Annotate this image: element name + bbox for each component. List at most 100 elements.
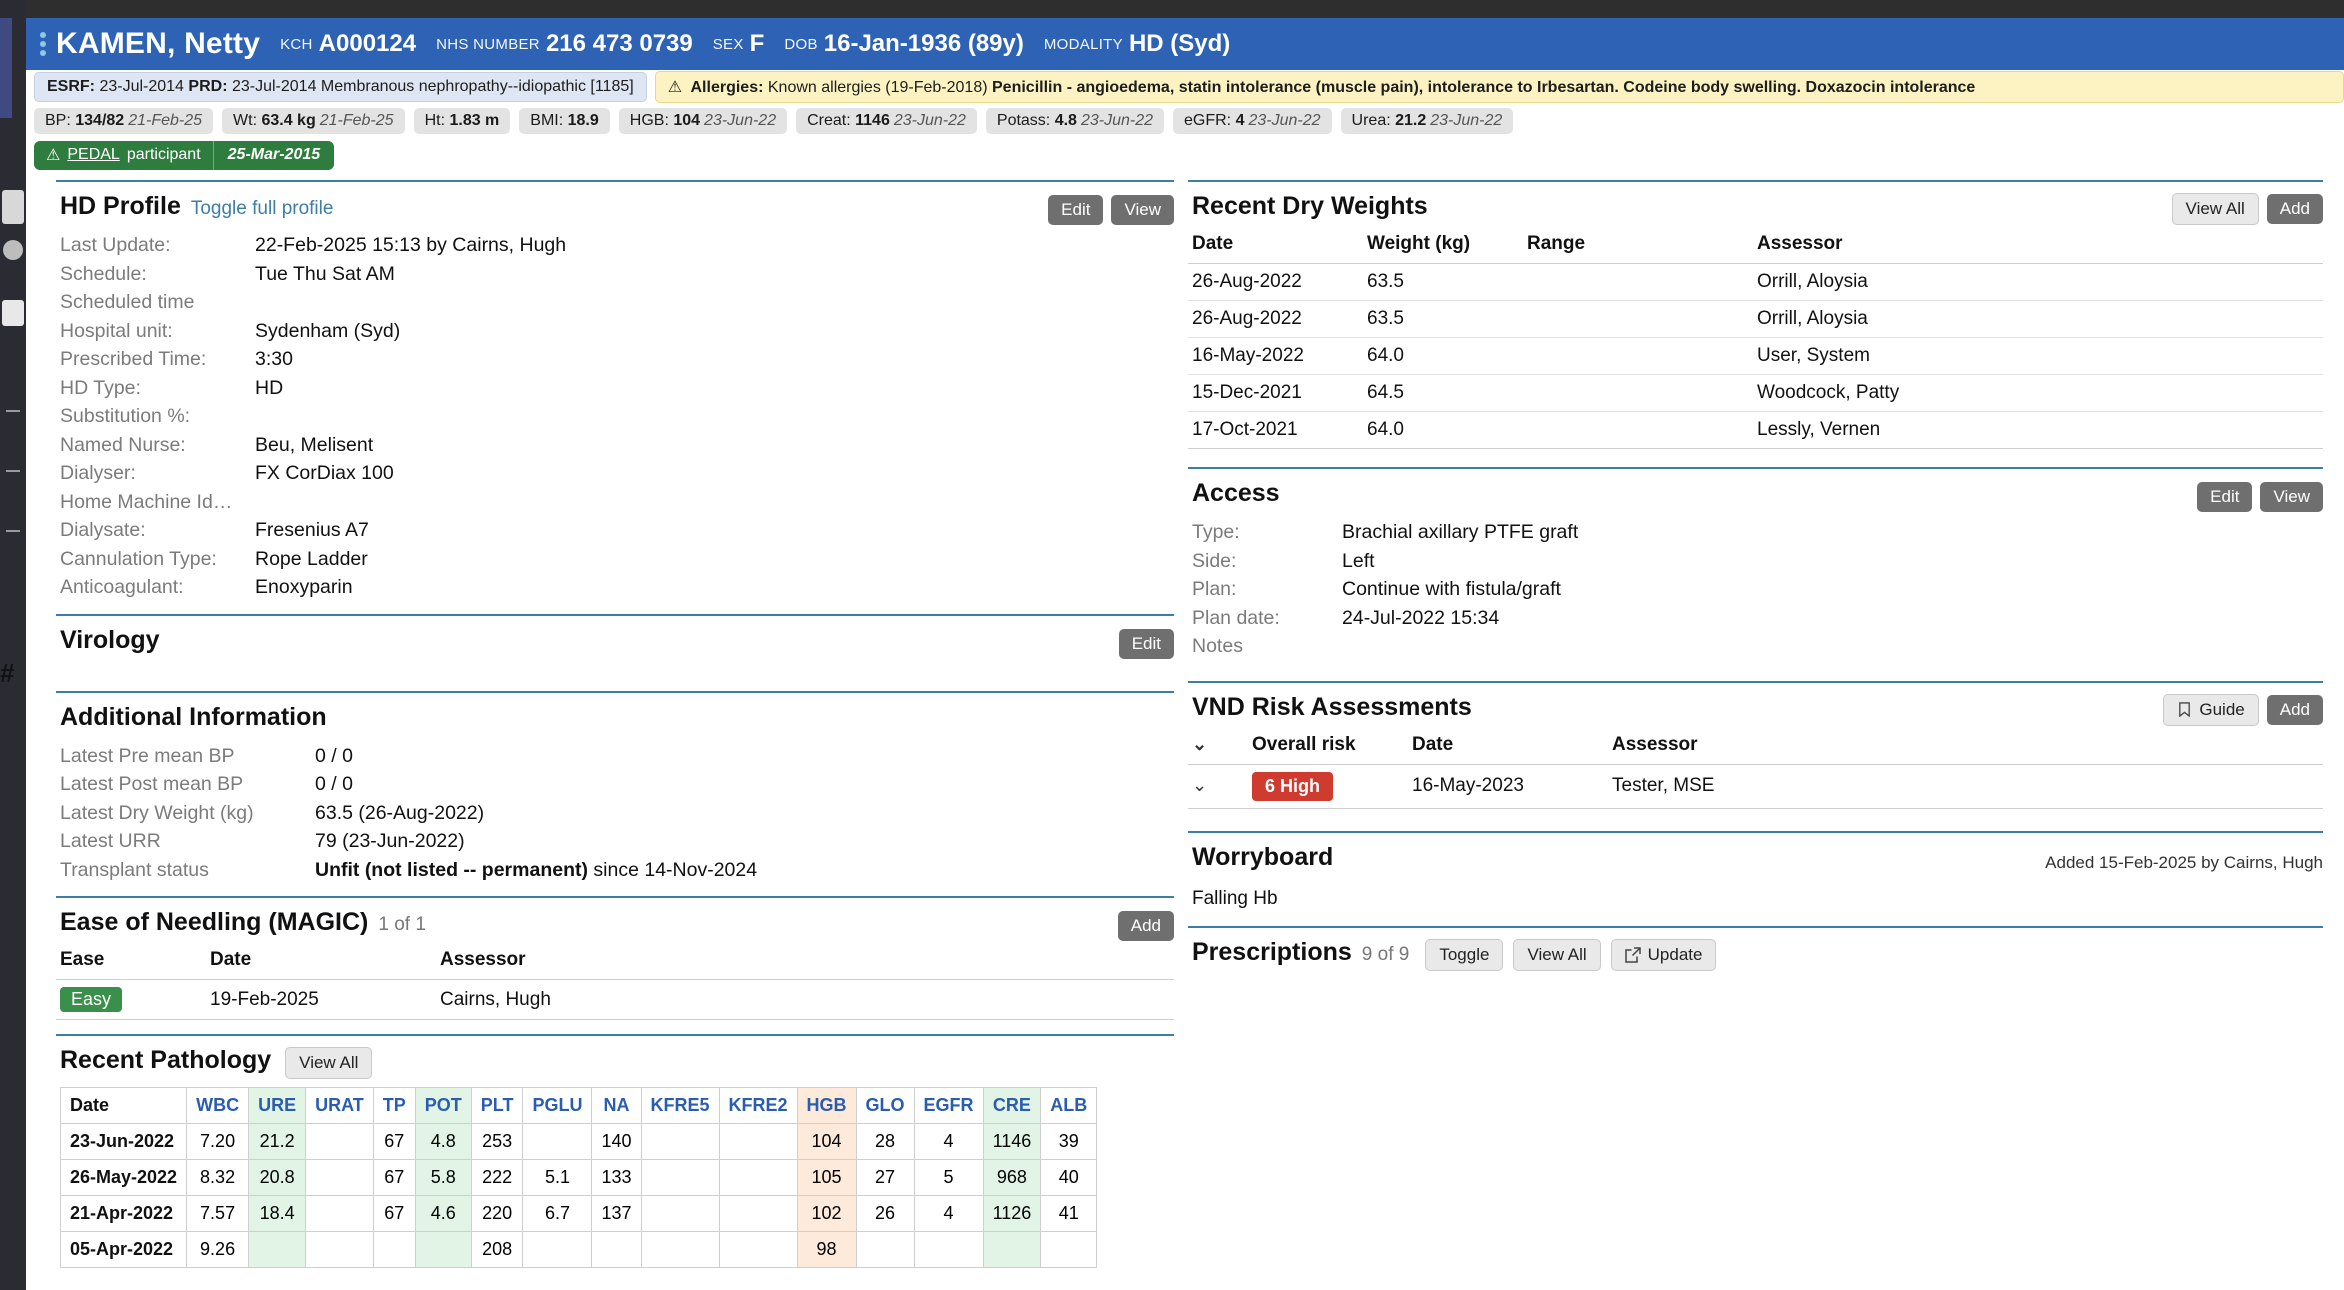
vnd-guide-button[interactable]: Guide [2163, 693, 2259, 726]
cell-weight: 63.5 [1363, 263, 1523, 301]
dry-weights-add-button[interactable]: Add [2266, 194, 2323, 224]
field-value: 3:30 [255, 348, 293, 370]
assessor-cell: Cairns, Hugh [436, 979, 1174, 1020]
cell-date: 26-Aug-2022 [1188, 300, 1363, 338]
toggle-full-profile-link[interactable]: Toggle full profile [191, 198, 334, 220]
cell-plt: 253 [470, 1123, 524, 1160]
pedal-date: 25-Mar-2015 [212, 140, 335, 170]
access-edit-button[interactable]: Edit [2197, 482, 2253, 512]
cell-ure: 21.2 [248, 1123, 307, 1160]
cell-pot: 5.8 [414, 1159, 472, 1196]
cell-date: 15-Dec-2021 [1188, 374, 1363, 412]
path-col-kfre5: KFRE5 [640, 1087, 720, 1124]
prescriptions-header: Prescriptions 9 of 9 Toggle View All Upd… [1188, 928, 2323, 979]
cell-assessor: Orrill, Aloysia [1753, 300, 2323, 338]
field-key: Dialysate: [60, 519, 146, 541]
recent-dry-weights-header: Recent Dry Weights View All Add [1188, 182, 2323, 229]
cell-glo: 26 [855, 1195, 915, 1232]
hd-field-row: Prescribed Time: 3:30 [60, 345, 1174, 374]
cell-egfr [913, 1231, 984, 1268]
prescriptions-update-label: Update [1647, 944, 1703, 964]
prescriptions-view-all-button[interactable]: View All [1513, 938, 1601, 971]
vital-hgb[interactable]: HGB: 104 23-Jun-22 [618, 108, 788, 134]
field-key: Latest Post mean BP [60, 773, 244, 795]
vnd-risk-assessments-section: VND Risk Assessments Guide Add ⌄ Overall… [1188, 680, 2323, 809]
vnd-table: ⌄ Overall risk Date Assessor ⌄ 6 High 16… [1188, 729, 2323, 809]
patient-banner: KAMEN, Netty KCH A000124 NHS NUMBER 216 … [26, 18, 2344, 70]
virology-edit-button[interactable]: Edit [1118, 628, 1174, 659]
dry-weights-view-all-button[interactable]: View All [2171, 193, 2259, 225]
field-key: Side: [1192, 549, 1237, 572]
vnd-header: VND Risk Assessments Guide Add [1188, 683, 2323, 730]
field-key: Notes [1192, 635, 1243, 657]
worryboard-title: Worryboard [1192, 842, 1334, 871]
bookmark-icon [2179, 702, 2191, 717]
prescriptions-toggle-button[interactable]: Toggle [1425, 938, 1504, 971]
cell-cre: 1146 [982, 1123, 1042, 1160]
warning-triangle-icon: ⚠ [667, 79, 683, 96]
col-range: Range [1523, 229, 1753, 264]
virology-header: Virology Edit [56, 616, 1174, 663]
cell-na: 137 [591, 1195, 642, 1232]
esrf-value: 23-Jul-2014 [99, 78, 184, 95]
info-row: Latest URR 79 (23-Jun-2022) [60, 827, 1174, 856]
cell-urat [305, 1123, 374, 1160]
field-value: 0 / 0 [315, 773, 353, 795]
path-col-pglu: PGLU [522, 1087, 593, 1124]
info-row: Latest Dry Weight (kg) 63.5 (26-Aug-2022) [60, 799, 1174, 828]
rail-circle-icon[interactable] [3, 240, 23, 260]
cell-kfre2 [718, 1159, 798, 1196]
access-row: Side: Left [1192, 547, 2323, 576]
cell-range [1523, 300, 1753, 338]
date-cell: 16-May-2023 [1408, 764, 1608, 809]
vnd-row-expand-toggle[interactable]: ⌄ [1188, 764, 1248, 809]
table-header-row: Date Weight (kg) Range Assessor [1188, 229, 2323, 264]
cell-alb: 39 [1040, 1123, 1098, 1160]
field-key: Plan date: [1192, 606, 1280, 629]
rail-knob-2-icon[interactable] [2, 300, 24, 326]
access-row: Plan: Continue with fistula/graft [1192, 575, 2323, 604]
pedal-link[interactable]: PEDAL [67, 146, 119, 164]
additional-information-section: Additional Information Latest Pre mean B… [56, 690, 1174, 891]
cell-kfre5 [640, 1231, 720, 1268]
hd-field-row: Dialysate: Fresenius A7 [60, 516, 1174, 545]
field-key: Last Update: [60, 234, 171, 256]
vnd-expand-all-toggle[interactable]: ⌄ [1188, 729, 1248, 765]
vital-egfr[interactable]: eGFR: 4 23-Jun-22 [1173, 108, 1332, 134]
rail-tick-icon [6, 410, 20, 412]
cell-cre [982, 1231, 1042, 1268]
rail-knob-icon[interactable] [2, 190, 24, 224]
allergies-chip[interactable]: ⚠ Allergies: Known allergies (19-Feb-201… [654, 71, 2344, 103]
vital-bmi[interactable]: BMI: 18.9 [519, 108, 610, 134]
access-view-button[interactable]: View [2260, 482, 2323, 512]
virology-title: Virology [60, 625, 160, 654]
allergies-detail: Penicillin - angioedema, statin intolera… [992, 79, 1976, 96]
hd-profile-view-button[interactable]: View [1111, 195, 1174, 225]
vital-creat[interactable]: Creat: 1146 23-Jun-22 [796, 108, 977, 134]
vital-potassium[interactable]: Potass: 4.8 23-Jun-22 [985, 108, 1164, 134]
cell-date: 21-Apr-2022 [59, 1195, 188, 1232]
cell-egfr: 4 [913, 1195, 984, 1232]
hd-profile-edit-button[interactable]: Edit [1048, 195, 1104, 225]
risk-cell: 6 High [1248, 764, 1408, 809]
vnd-add-button[interactable]: Add [2266, 694, 2323, 725]
ease-of-needling-add-button[interactable]: Add [1117, 911, 1174, 941]
field-value: Tue Thu Sat AM [255, 262, 395, 285]
kebab-menu-icon[interactable] [40, 32, 46, 56]
vital-bp[interactable]: BP: 134/82 21-Feb-25 [34, 108, 214, 134]
rail-tick-icon [6, 470, 20, 472]
prescriptions-update-button[interactable]: Update [1610, 938, 1717, 971]
field-value: Rope Ladder [255, 547, 368, 570]
field-key: Latest Pre mean BP [60, 744, 235, 767]
path-col-alb: ALB [1040, 1087, 1098, 1124]
vital-weight[interactable]: Wt: 63.4 kg 21-Feb-25 [222, 108, 405, 134]
pedal-badge[interactable]: ⚠ PEDAL participant 25-Mar-2015 [34, 140, 335, 170]
prescriptions-count: 9 of 9 [1361, 943, 1410, 965]
cell-pglu: 6.7 [522, 1195, 593, 1232]
vital-urea[interactable]: Urea: 21.2 23-Jun-22 [1340, 108, 1514, 134]
vital-height[interactable]: Ht: 1.83 m [413, 108, 511, 134]
cell-egfr: 5 [913, 1159, 984, 1196]
nhs-number-value: 216 473 0739 [545, 30, 693, 57]
field-key: Named Nurse: [60, 433, 186, 456]
recent-pathology-view-all-button[interactable]: View All [285, 1047, 373, 1079]
